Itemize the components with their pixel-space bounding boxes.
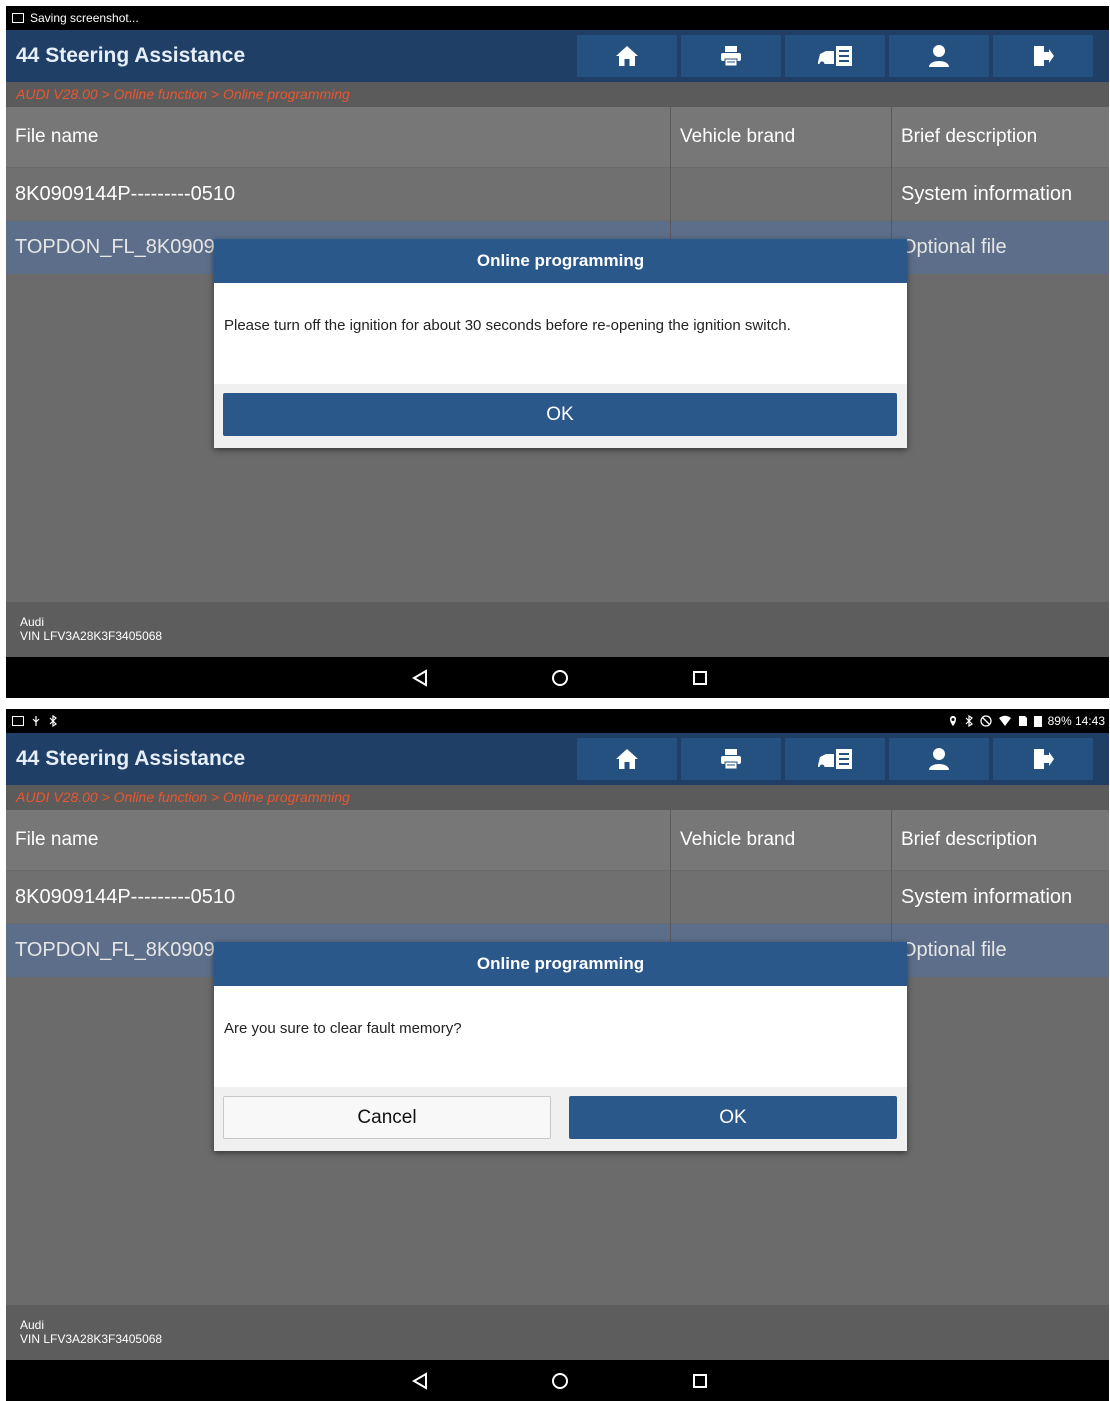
exit-icon	[1034, 46, 1054, 66]
location-icon	[949, 716, 956, 726]
print-button[interactable]	[681, 738, 781, 780]
app-header: 44 Steering Assistance	[6, 733, 1109, 785]
vehicle-brand-cell	[671, 871, 891, 923]
screenshot-top: Saving screenshot... 44 Steering Assista…	[6, 6, 1109, 698]
home-icon	[616, 749, 638, 769]
home-icon	[616, 46, 638, 66]
home-nav-button[interactable]	[540, 657, 580, 698]
dialog-title: Online programming	[214, 942, 907, 986]
user-button[interactable]	[889, 35, 989, 77]
battery-time-text: 89% 14:43	[1047, 714, 1105, 728]
table-row[interactable]: 8K0909144P---------0510 System informati…	[6, 168, 1109, 220]
breadcrumb: AUDI V28.00 > Online function > Online p…	[6, 785, 1109, 810]
screenshot-icon	[12, 716, 24, 726]
do-not-disturb-icon	[979, 715, 992, 727]
vehicle-brand-label: Audi	[20, 615, 45, 629]
recents-icon	[693, 670, 707, 685]
online-programming-dialog: Online programming Please turn off the i…	[214, 239, 907, 448]
vehicle-report-button[interactable]	[785, 35, 885, 77]
back-button[interactable]	[400, 657, 440, 698]
vehicle-report-icon	[818, 749, 852, 770]
home-button[interactable]	[577, 738, 677, 780]
table-header: File name Vehicle brand Brief descriptio…	[6, 810, 1109, 870]
table-row[interactable]: 8K0909144P---------0510 System informati…	[6, 871, 1109, 923]
home-circle-icon	[552, 1372, 568, 1389]
page-title: 44 Steering Assistance	[16, 747, 246, 770]
brief-description-cell: System information	[901, 182, 1073, 205]
vin-label: VIN LFV3A28K3F3405068	[20, 1332, 163, 1346]
home-circle-icon	[552, 669, 568, 686]
vin-label: VIN LFV3A28K3F3405068	[20, 629, 163, 643]
column-header-brief-description: Brief description	[901, 829, 1038, 850]
user-icon	[929, 45, 949, 67]
ok-button[interactable]: OK	[569, 1096, 897, 1139]
dialog-message: Please turn off the ignition for about 3…	[214, 283, 907, 384]
print-button[interactable]	[681, 35, 781, 77]
exit-button[interactable]	[993, 738, 1093, 780]
breadcrumb: AUDI V28.00 > Online function > Online p…	[6, 82, 1109, 107]
vehicle-info-footer: Audi VIN LFV3A28K3F3405068	[6, 1305, 1109, 1360]
user-icon	[929, 748, 949, 770]
dialog-message: Are you sure to clear fault memory?	[214, 986, 907, 1087]
brief-description-cell: System information	[901, 885, 1073, 908]
screenshot-icon	[12, 13, 24, 23]
back-icon	[412, 1371, 427, 1390]
table-header: File name Vehicle brand Brief descriptio…	[6, 107, 1109, 167]
column-header-file-name: File name	[15, 126, 99, 147]
vehicle-report-button[interactable]	[785, 738, 885, 780]
page-title: 44 Steering Assistance	[16, 44, 246, 67]
status-bar: 89% 14:43	[6, 709, 1109, 733]
wifi-icon	[998, 715, 1011, 726]
column-header-file-name: File name	[15, 829, 99, 850]
column-header-vehicle-brand: Vehicle brand	[680, 126, 796, 147]
ok-button[interactable]: OK	[223, 393, 897, 436]
battery-icon	[1033, 716, 1042, 727]
android-nav-bar	[6, 1360, 1109, 1401]
bluetooth-icon	[49, 715, 57, 727]
recents-button[interactable]	[680, 657, 720, 698]
online-programming-dialog: Online programming Are you sure to clear…	[214, 942, 907, 1151]
column-header-vehicle-brand: Vehicle brand	[680, 829, 796, 850]
file-name-cell: 8K0909144P---------0510	[15, 182, 236, 205]
brief-description-cell: Optional file	[901, 236, 1007, 258]
app-header: 44 Steering Assistance	[6, 30, 1109, 82]
brief-description-cell: Optional file	[901, 939, 1007, 961]
status-text: Saving screenshot...	[30, 11, 139, 25]
home-nav-button[interactable]	[540, 1360, 580, 1401]
recents-icon	[693, 1373, 707, 1388]
status-bar: Saving screenshot...	[6, 6, 1109, 30]
back-button[interactable]	[400, 1360, 440, 1401]
cancel-button[interactable]: Cancel	[223, 1096, 551, 1139]
back-icon	[412, 668, 427, 687]
sim-icon	[1018, 716, 1027, 726]
vehicle-report-icon	[818, 46, 852, 67]
recents-button[interactable]	[680, 1360, 720, 1401]
home-button[interactable]	[577, 35, 677, 77]
dialog-title: Online programming	[214, 239, 907, 283]
vehicle-brand-cell	[671, 168, 891, 220]
vehicle-brand-label: Audi	[20, 1318, 45, 1332]
column-header-brief-description: Brief description	[901, 126, 1038, 147]
usb-icon	[32, 716, 40, 726]
printer-icon	[721, 749, 741, 770]
vehicle-info-footer: Audi VIN LFV3A28K3F3405068	[6, 602, 1109, 657]
exit-button[interactable]	[993, 35, 1093, 77]
bluetooth-icon	[965, 715, 973, 727]
screenshot-bottom: 89% 14:43 44 Steering Assistance AUDI V2…	[6, 709, 1109, 1401]
user-button[interactable]	[889, 738, 989, 780]
file-name-cell: 8K0909144P---------0510	[15, 885, 236, 908]
printer-icon	[721, 46, 741, 67]
android-nav-bar	[6, 657, 1109, 698]
exit-icon	[1034, 749, 1054, 769]
